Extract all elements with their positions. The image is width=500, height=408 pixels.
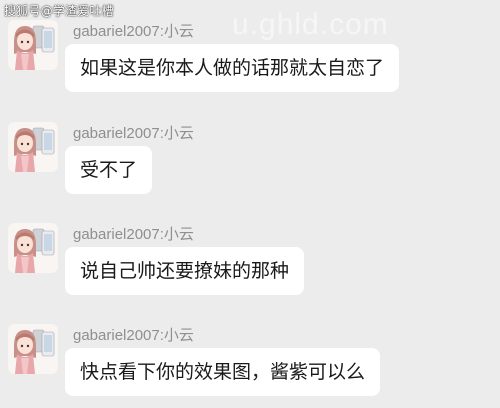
avatar-image-icon [8,324,58,374]
avatar[interactable] [8,20,58,70]
sender-name: gabariel2007:小云 [73,226,194,243]
message-bubble[interactable]: 说自己帅还要撩妹的那种 [65,247,305,295]
sender-name: gabariel2007:小云 [73,327,194,344]
sender-name: gabariel2007:小云 [73,125,194,142]
avatar[interactable] [8,122,58,172]
avatar[interactable] [8,324,58,374]
message-bubble[interactable]: 受不了 [65,146,153,194]
sender-name: gabariel2007:小云 [73,23,194,40]
avatar-image-icon [8,20,58,70]
message-bubble[interactable]: 快点看下你的效果图，酱紫可以么 [65,348,381,396]
sohu-watermark: 搜狐号@学渣爱吐槽 [4,4,114,18]
avatar[interactable] [8,223,58,273]
avatar-image-icon [8,223,58,273]
avatar-image-icon [8,122,58,172]
message-bubble[interactable]: 如果这是你本人做的话那就太自恋了 [65,44,400,92]
faint-watermark: u.ghld.com [232,8,389,41]
